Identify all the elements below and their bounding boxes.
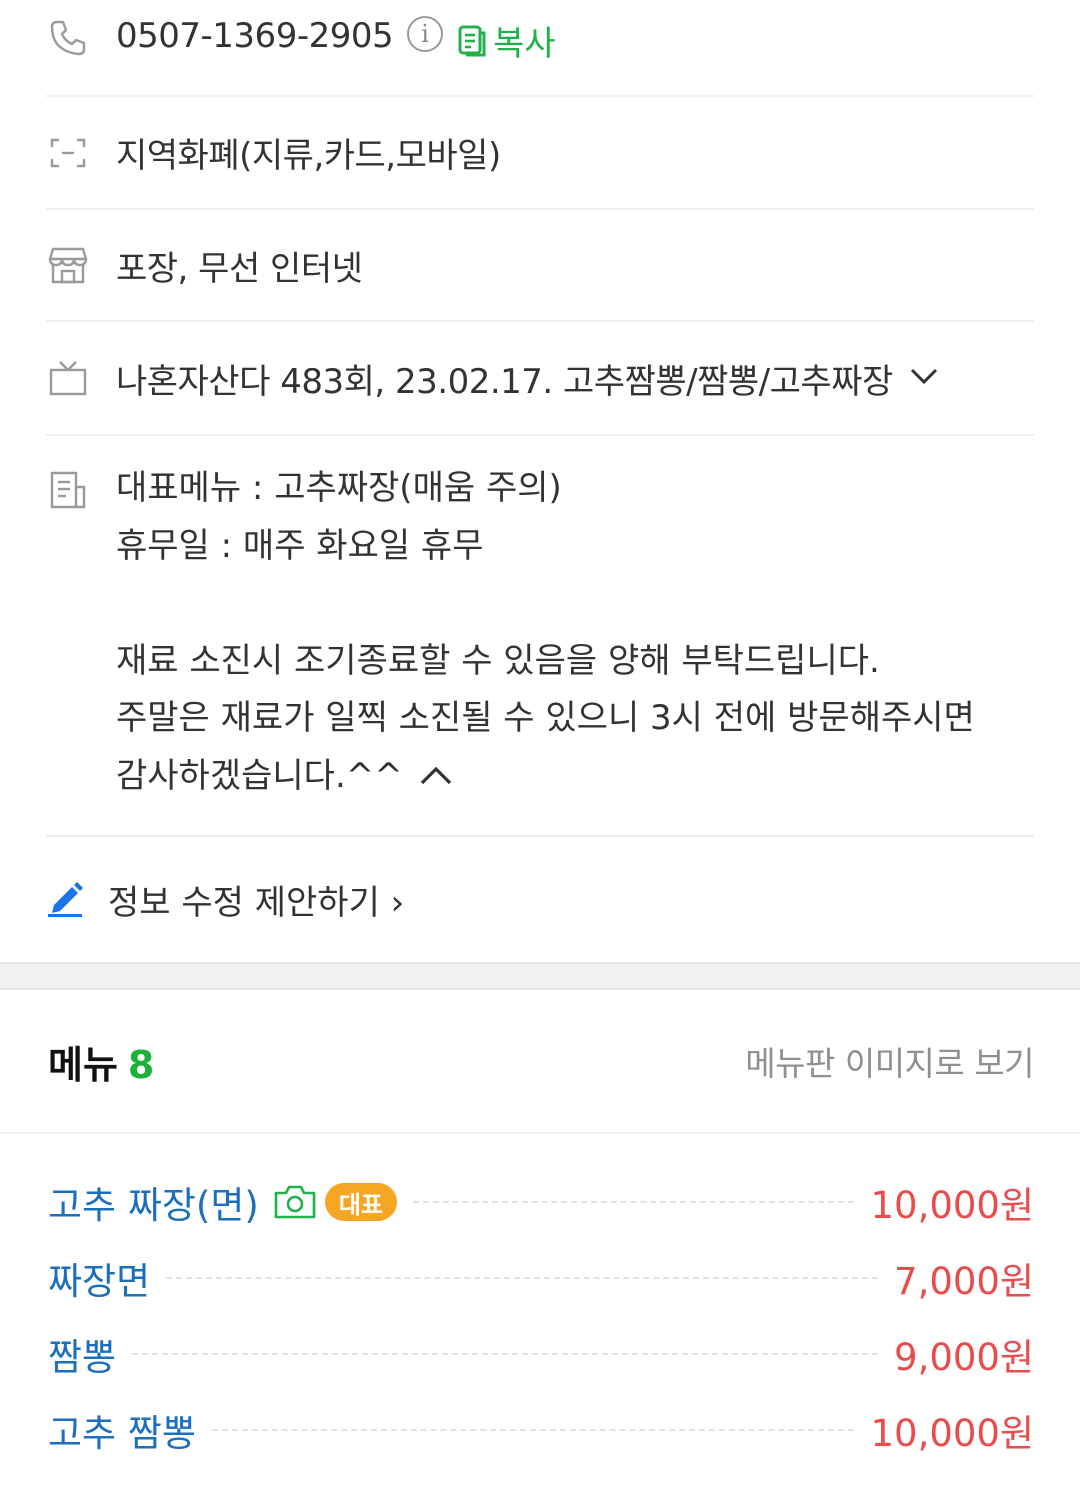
dotted-leader xyxy=(413,1201,855,1203)
place-info-section: 0507-1369-2905 i 복사 지역화폐(지류,카드,모바일) 포장, … xyxy=(0,0,1080,837)
menu-item-name: 고추 짬뽕 xyxy=(48,1412,196,1455)
facility-row: 포장, 무선 인터넷 xyxy=(46,210,1034,322)
menu-item-name: 짬뽕 xyxy=(48,1336,117,1379)
phone-icon xyxy=(46,16,90,60)
description-line xyxy=(116,575,975,633)
menu-item-price: 10,000원 xyxy=(870,1184,1034,1227)
payment-icon xyxy=(46,131,90,175)
pencil-icon xyxy=(46,878,86,922)
description-row: 대표메뉴 : 고추짜장(매움 주의) 휴무일 : 매주 화요일 휴무 재료 소진… xyxy=(46,436,1034,837)
description-line: 대표메뉴 : 고추짜장(매움 주의) xyxy=(116,468,562,508)
menu-item[interactable]: 짜장면 7,000원 xyxy=(48,1240,1034,1316)
menu-item[interactable]: 고추 짜장(면) 대표 10,000원 xyxy=(48,1164,1034,1240)
menu-item-price: 10,000원 xyxy=(870,1412,1034,1455)
tv-icon xyxy=(46,356,90,400)
chevron-down-icon[interactable] xyxy=(909,366,939,390)
chevron-up-icon[interactable] xyxy=(419,748,453,806)
chevron-right-icon: › xyxy=(390,883,405,923)
signature-badge: 대표 xyxy=(324,1183,398,1221)
store-icon xyxy=(46,243,90,287)
section-divider xyxy=(0,962,1080,990)
menu-item[interactable]: 짬뽕 9,000원 xyxy=(48,1316,1034,1392)
menu-item-name: 짜장면 xyxy=(48,1260,151,1303)
menu-image-link[interactable]: 메뉴판 이미지로 보기 xyxy=(745,1037,1034,1085)
description-line: 감사하겠습니다.^^ xyxy=(116,755,403,796)
document-icon xyxy=(46,468,90,512)
tv-row[interactable]: 나혼자산다 483회, 23.02.17. 고추짬뽕/짬뽕/고추짜장 xyxy=(46,322,1034,436)
phone-number[interactable]: 0507-1369-2905 xyxy=(116,16,394,56)
menu-title-text: 메뉴 xyxy=(48,1042,118,1087)
copy-icon xyxy=(458,25,486,56)
info-icon[interactable]: i xyxy=(407,16,444,52)
menu-item-name: 고추 짜장(면) xyxy=(48,1184,259,1227)
menu-item[interactable]: 고추 짬뽕 10,000원 xyxy=(48,1392,1034,1468)
facilities: 포장, 무선 인터넷 xyxy=(116,248,363,289)
phone-row: 0507-1369-2905 i 복사 xyxy=(46,0,1034,97)
dotted-leader xyxy=(132,1353,879,1355)
suggest-edit-link[interactable]: 정보 수정 제안하기 › xyxy=(0,837,1080,962)
menu-item-price: 7,000원 xyxy=(894,1260,1034,1303)
description: 대표메뉴 : 고추짜장(매움 주의) 휴무일 : 매주 화요일 휴무 재료 소진… xyxy=(116,460,975,806)
description-last-line: 감사하겠습니다.^^ xyxy=(116,748,975,806)
payment-row: 지역화폐(지류,카드,모바일) xyxy=(46,97,1034,210)
copy-button[interactable]: 복사 xyxy=(457,16,556,65)
description-line: 휴무일 : 매주 화요일 휴무 xyxy=(116,525,484,566)
suggest-edit-label: 정보 수정 제안하기 › xyxy=(108,875,404,924)
menu-header: 메뉴 8 메뉴판 이미지로 보기 xyxy=(0,990,1080,1134)
menu-item-price: 9,000원 xyxy=(894,1336,1034,1379)
description-line: 주말은 재료가 일찍 소진될 수 있으니 3시 전에 방문해주시면 xyxy=(116,698,975,738)
suggest-edit-text: 정보 수정 제안하기 xyxy=(108,883,380,923)
menu-list: 고추 짜장(면) 대표 10,000원 짜장면 7,000원 짬뽕 9,000원… xyxy=(0,1134,1080,1468)
copy-label: 복사 xyxy=(493,24,556,64)
payment-methods: 지역화폐(지류,카드,모바일) xyxy=(116,136,501,176)
camera-icon[interactable] xyxy=(273,1184,317,1220)
menu-count: 8 xyxy=(127,1042,155,1087)
dotted-leader xyxy=(211,1429,855,1431)
description-line: 재료 소진시 조기종료할 수 있음을 양해 부탁드립니다. xyxy=(116,640,880,681)
tv-appearance: 나혼자산다 483회, 23.02.17. 고추짬뽕/짬뽕/고추짜장 xyxy=(116,361,893,402)
dotted-leader xyxy=(166,1277,879,1279)
menu-title: 메뉴 8 xyxy=(48,1034,154,1089)
